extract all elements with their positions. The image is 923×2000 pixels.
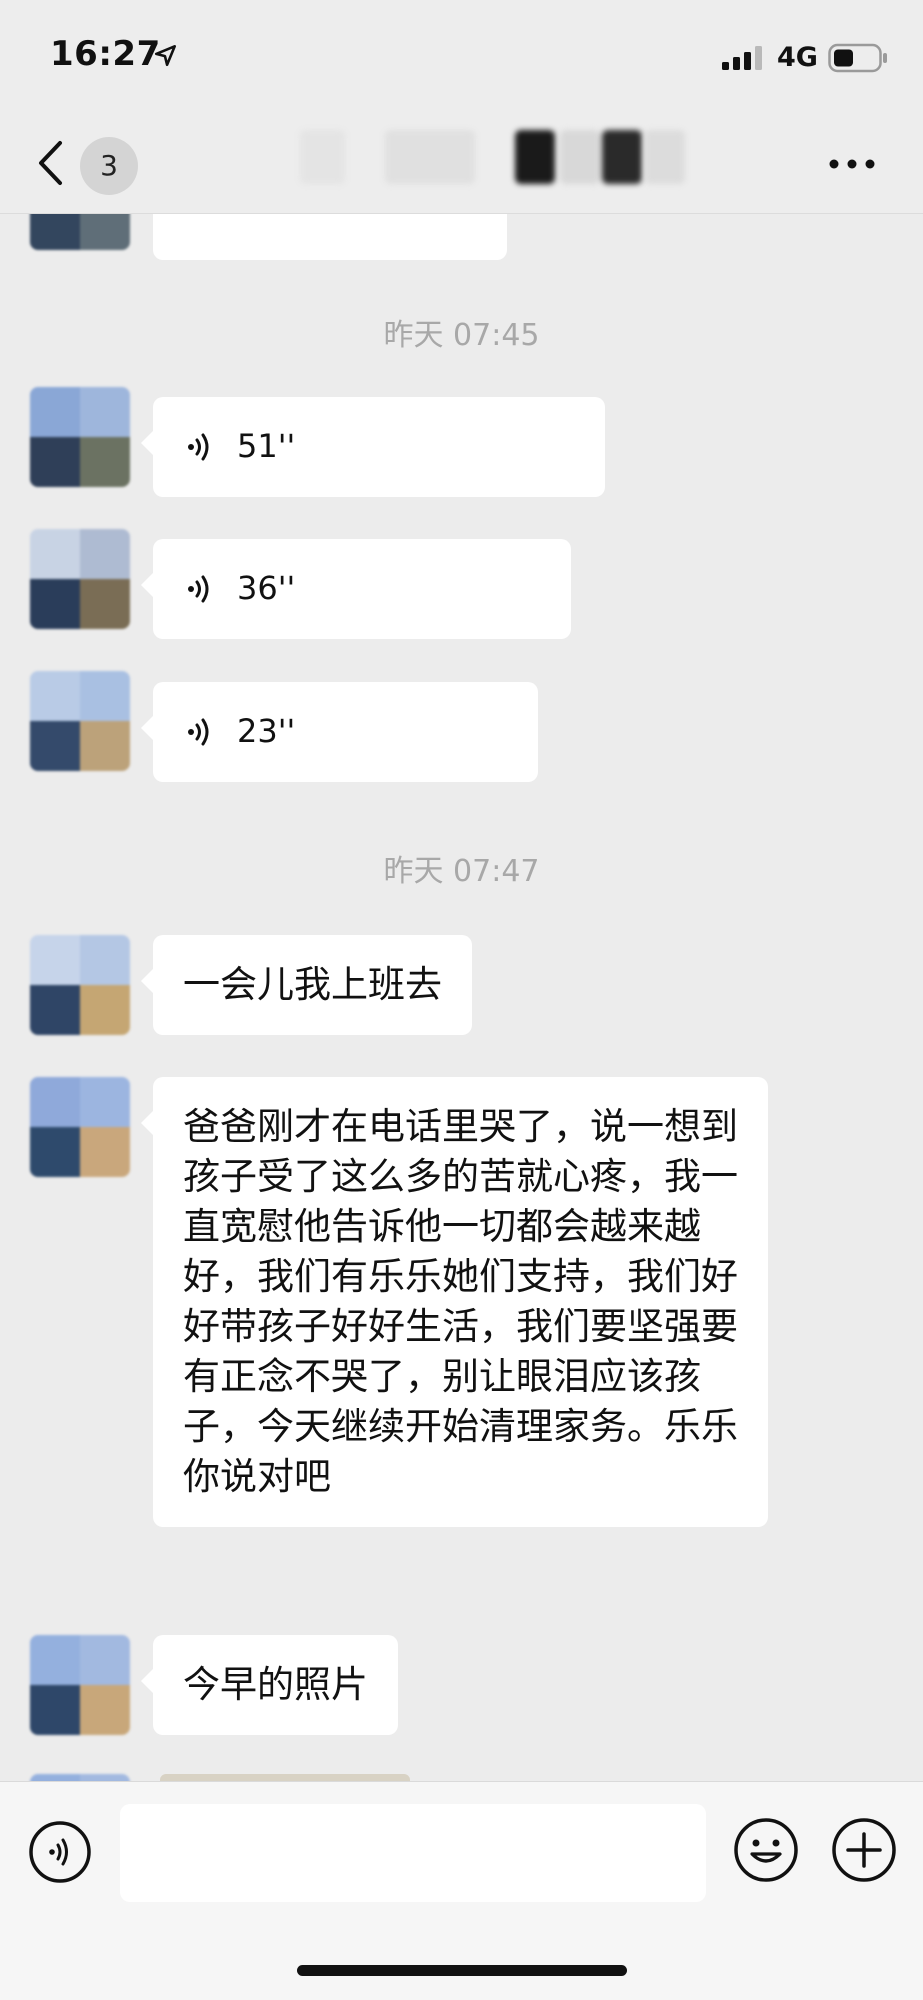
voice-wave-icon [188,718,209,746]
emoji-icon[interactable] [732,1816,800,1884]
voice-duration: 51'' [237,427,296,465]
message-timestamp: 昨天 07:47 [383,854,540,889]
plus-icon[interactable] [830,1816,898,1884]
text-message[interactable]: 今早的照片 [141,1635,398,1735]
voice-message[interactable]: 36'' [141,539,571,639]
avatar[interactable] [30,529,130,629]
avatar[interactable] [30,1774,130,1781]
voice-input-icon[interactable] [28,1820,92,1884]
message-input[interactable] [120,1804,706,1902]
battery-icon [828,43,887,73]
message-bubble-partial[interactable] [153,214,507,260]
chevron-left-icon[interactable] [36,140,66,186]
avatar[interactable] [30,387,130,487]
home-indicator [297,1965,627,1976]
avatar[interactable] [30,935,130,1035]
more-dots-icon[interactable] [828,157,876,171]
image-message-partial[interactable] [160,1774,410,1781]
voice-wave-icon [188,433,209,461]
signal-icon [722,46,762,70]
nav-bar: 3 [0,112,923,214]
status-bar: 16:27 4G [0,0,923,112]
voice-duration: 23'' [237,712,296,750]
text-message[interactable]: 一会儿我上班去 [141,935,472,1035]
avatar[interactable] [30,1635,130,1735]
voice-message[interactable]: 51'' [141,397,605,497]
message-timestamp: 昨天 07:45 [383,318,540,353]
avatar[interactable] [30,1077,130,1177]
unread-count-badge[interactable]: 3 [80,137,138,195]
voice-duration: 36'' [237,569,296,607]
avatar[interactable] [30,214,130,250]
location-arrow-icon [154,45,176,67]
network-type: 4G [777,42,818,73]
voice-message[interactable]: 23'' [141,682,538,782]
avatar[interactable] [30,671,130,771]
text-message[interactable]: 爸爸刚才在电话里哭了，说一想到孩子受了这么多的苦就心疼，我一直宽慰他告诉他一切都… [141,1077,768,1527]
voice-wave-icon [188,575,209,603]
input-bar [0,1781,923,2000]
status-time: 16:27 [50,34,161,74]
chat-message-list[interactable]: 昨天 07:45 51'' 36'' 23'' 昨天 07:47 一会儿我上班去… [0,214,923,1781]
